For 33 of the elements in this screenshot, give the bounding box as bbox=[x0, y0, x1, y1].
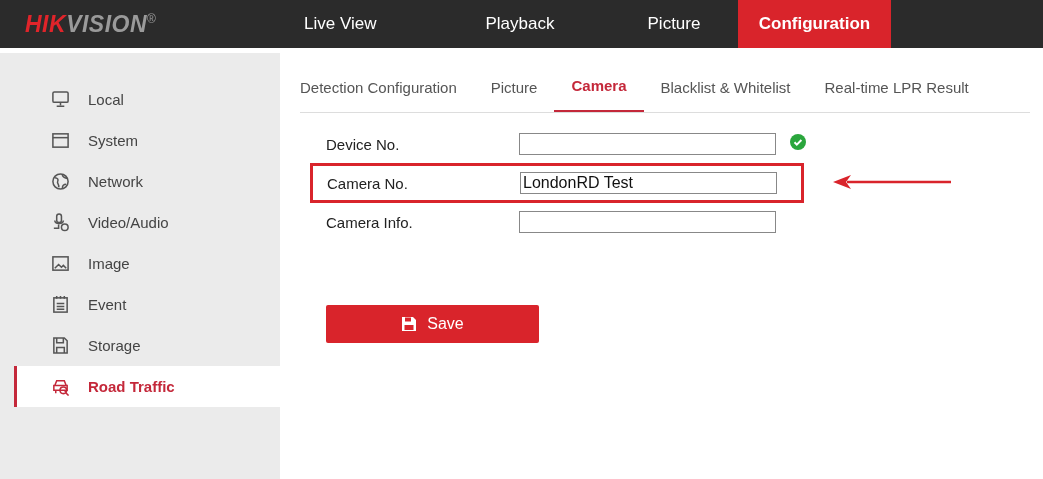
field-label: Device No. bbox=[326, 135, 401, 153]
monitor-icon bbox=[51, 90, 70, 109]
calendar-icon bbox=[51, 295, 70, 314]
sidebar-item[interactable]: Event bbox=[14, 284, 280, 325]
tab[interactable]: Blacklist & Whitelist bbox=[643, 68, 808, 112]
tab[interactable]: Real-time LPR Result bbox=[807, 68, 986, 112]
field-label: Camera Info. bbox=[326, 213, 414, 231]
brand-logo: HIKVISION$^{®}$ bbox=[24, 10, 158, 38]
arrow-icon bbox=[833, 174, 953, 190]
sidebar-item[interactable]: Network bbox=[14, 161, 280, 202]
sidebar-item[interactable]: Image bbox=[14, 243, 280, 284]
car-search-icon bbox=[51, 377, 70, 396]
sidebar-item[interactable]: Local bbox=[14, 79, 280, 120]
input-field[interactable]: LondonRD Test bbox=[520, 172, 777, 194]
window-icon bbox=[51, 131, 70, 150]
globe-icon bbox=[51, 172, 70, 191]
sidebar-item[interactable]: Road Traffic bbox=[14, 366, 280, 407]
tab[interactable]: Camera bbox=[554, 68, 644, 112]
field-label: Camera No. bbox=[327, 174, 409, 192]
tab[interactable]: Detection Configuration bbox=[300, 68, 474, 112]
input-field[interactable] bbox=[519, 211, 776, 233]
nav-tab[interactable]: Configuration bbox=[738, 0, 891, 48]
sidebar-item[interactable]: Video/Audio bbox=[14, 202, 280, 243]
input-field[interactable] bbox=[519, 133, 776, 155]
nav-tab[interactable]: Live View bbox=[290, 0, 430, 48]
nav-tab[interactable]: Picture bbox=[610, 0, 738, 48]
microphone-icon bbox=[51, 213, 70, 232]
tab[interactable]: Picture bbox=[473, 68, 555, 112]
sidebar-item[interactable]: System bbox=[14, 120, 280, 161]
sidebar-item[interactable]: Storage bbox=[14, 325, 280, 366]
nav-tab[interactable]: Playback bbox=[430, 0, 610, 48]
save-button[interactable]: Save bbox=[326, 305, 539, 343]
image-icon bbox=[51, 254, 70, 273]
